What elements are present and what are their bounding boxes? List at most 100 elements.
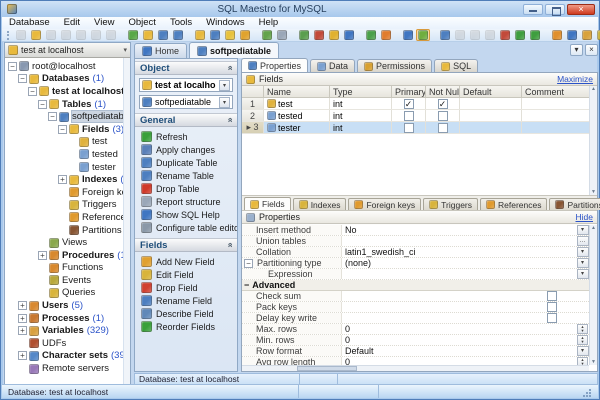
- tree-item-procedures[interactable]: +Procedures(1): [5, 249, 130, 262]
- export-data-button[interactable]: [260, 29, 274, 41]
- chevron-up-icon[interactable]: »: [224, 117, 234, 122]
- collapse-icon[interactable]: −: [18, 74, 27, 84]
- chevron-down-icon[interactable]: ▾: [576, 247, 589, 257]
- cell-primary[interactable]: [392, 122, 426, 133]
- chart-button[interactable]: [327, 29, 341, 41]
- primary-checkbox[interactable]: [403, 122, 414, 133]
- tab-close-button[interactable]: ×: [585, 44, 598, 56]
- column-header-not-null[interactable]: Not Null: [426, 86, 460, 97]
- collapse-icon[interactable]: −: [48, 112, 57, 122]
- tree-scrollbar[interactable]: [123, 58, 130, 384]
- menu-tools[interactable]: Tools: [163, 17, 199, 29]
- expand-icon[interactable]: +: [18, 326, 27, 336]
- column-header-default[interactable]: Default: [460, 86, 522, 97]
- resize-grip[interactable]: [583, 389, 591, 397]
- subtab-foreign-keys[interactable]: Foreign keys: [348, 198, 422, 210]
- property-value[interactable]: Default: [342, 346, 576, 356]
- section-header-fields[interactable]: Fields »: [135, 238, 237, 252]
- primary-checkbox[interactable]: ✓: [403, 98, 414, 109]
- filter-button[interactable]: [401, 29, 415, 41]
- property-value[interactable]: [342, 313, 576, 323]
- tree-item-views[interactable]: Views: [5, 236, 130, 249]
- tab-softpediatable[interactable]: softpediatable: [189, 42, 280, 58]
- tree-item-users[interactable]: + Users (5): [5, 299, 130, 312]
- ellipsis-button[interactable]: …: [576, 236, 589, 246]
- nav-link-reorder-fields[interactable]: Reorder Fields: [135, 320, 237, 333]
- scroll-down-icon[interactable]: ▼: [591, 359, 596, 365]
- section-header-general[interactable]: General »: [135, 113, 237, 127]
- subtab-triggers[interactable]: Triggers: [423, 198, 478, 210]
- forward-button[interactable]: [528, 29, 542, 41]
- not-null-checkbox[interactable]: ✓: [437, 98, 448, 109]
- chevron-down-icon[interactable]: ▾: [219, 96, 230, 108]
- create-object-button[interactable]: [126, 29, 140, 41]
- tab-permissions[interactable]: Permissions: [357, 59, 433, 72]
- cell-name[interactable]: tester: [264, 122, 330, 133]
- tree-item-foreign-keys[interactable]: Foreign keys: [5, 186, 130, 199]
- spinner-control[interactable]: ▴▾: [577, 335, 588, 345]
- database-properties-button[interactable]: [193, 29, 207, 41]
- collapse-icon[interactable]: −: [38, 99, 47, 109]
- cell-default[interactable]: [460, 110, 522, 121]
- subtab-indexes[interactable]: Indexes: [292, 198, 347, 210]
- section-header-object[interactable]: Object »: [135, 61, 237, 75]
- tree-item-partitions[interactable]: Partitions: [5, 224, 130, 237]
- chevron-down-icon[interactable]: ▾: [219, 79, 230, 91]
- tree-item-tested[interactable]: tested: [5, 148, 130, 161]
- nav-link-drop-table[interactable]: Drop Table: [135, 182, 237, 195]
- subtab-partitions[interactable]: Partitions: [549, 198, 600, 210]
- menu-help[interactable]: Help: [252, 17, 286, 29]
- nav-link-apply-changes[interactable]: Apply changes: [135, 143, 237, 156]
- cell-comment[interactable]: [522, 122, 597, 133]
- cell-type[interactable]: int: [330, 98, 392, 109]
- collapse-icon[interactable]: −: [58, 124, 67, 134]
- column-header-type[interactable]: Type: [330, 86, 392, 97]
- chevron-down-icon[interactable]: ▾: [576, 258, 589, 268]
- tree-item-softpediatable[interactable]: − softpediatable: [5, 110, 130, 123]
- expand-icon[interactable]: +: [18, 301, 27, 311]
- menu-windows[interactable]: Windows: [199, 17, 252, 29]
- back-button[interactable]: [513, 29, 527, 41]
- check-sum-checkbox[interactable]: [547, 291, 557, 301]
- property-value[interactable]: No: [342, 225, 576, 235]
- property-value[interactable]: latin1_swedish_ci: [342, 247, 576, 257]
- menu-view[interactable]: View: [87, 17, 121, 29]
- menu-edit[interactable]: Edit: [57, 17, 87, 29]
- primary-checkbox[interactable]: [403, 110, 414, 121]
- chevron-down-icon[interactable]: ▾: [576, 346, 589, 356]
- close-button[interactable]: ×: [567, 3, 595, 15]
- property-value[interactable]: (none): [342, 258, 576, 268]
- tree-item-functions[interactable]: Functions: [5, 262, 130, 275]
- cell-not-null[interactable]: [426, 110, 460, 121]
- delay-key-write-checkbox[interactable]: [547, 313, 557, 323]
- report-button[interactable]: [312, 29, 326, 41]
- grid-view-button[interactable]: [416, 29, 430, 41]
- tree-item-root-localhost[interactable]: − root@localhost: [5, 60, 130, 73]
- cell-primary[interactable]: ✓: [392, 98, 426, 109]
- hide-link[interactable]: Hide: [576, 212, 593, 222]
- nav-link-report-structure[interactable]: Report structure: [135, 195, 237, 208]
- nav-link-describe-field[interactable]: Describe Field: [135, 307, 237, 320]
- column-header-primary[interactable]: Primary: [392, 86, 426, 97]
- nav-link-add-new-field[interactable]: Add New Field: [135, 255, 237, 268]
- toolbar-grip[interactable]: [7, 30, 9, 40]
- users-button[interactable]: [580, 29, 594, 41]
- nav-link-show-sql-help[interactable]: Show SQL Help: [135, 208, 237, 221]
- tree-item-triggers[interactable]: Triggers: [5, 199, 130, 212]
- import-data-button[interactable]: [275, 29, 289, 41]
- column-header-comment[interactable]: Comment: [522, 86, 597, 97]
- database-combo[interactable]: test at localhost▾: [139, 78, 233, 92]
- cell-comment[interactable]: [522, 98, 597, 109]
- spinner-control[interactable]: ▴▾: [577, 324, 588, 334]
- create-database-button[interactable]: [29, 29, 43, 41]
- property-value[interactable]: [342, 236, 576, 246]
- expand-icon[interactable]: +: [58, 175, 67, 185]
- mail-button[interactable]: [595, 29, 600, 41]
- options-button[interactable]: [565, 29, 579, 41]
- tree-item-fields[interactable]: − Fields (3): [5, 123, 130, 136]
- tree-item-databases[interactable]: − Databases (1): [5, 73, 130, 86]
- table-combo[interactable]: softpediatable ▾: [139, 95, 233, 109]
- pack-keys-checkbox[interactable]: [547, 302, 557, 312]
- backup-button[interactable]: [364, 29, 378, 41]
- nav-link-rename-table[interactable]: Rename Table: [135, 169, 237, 182]
